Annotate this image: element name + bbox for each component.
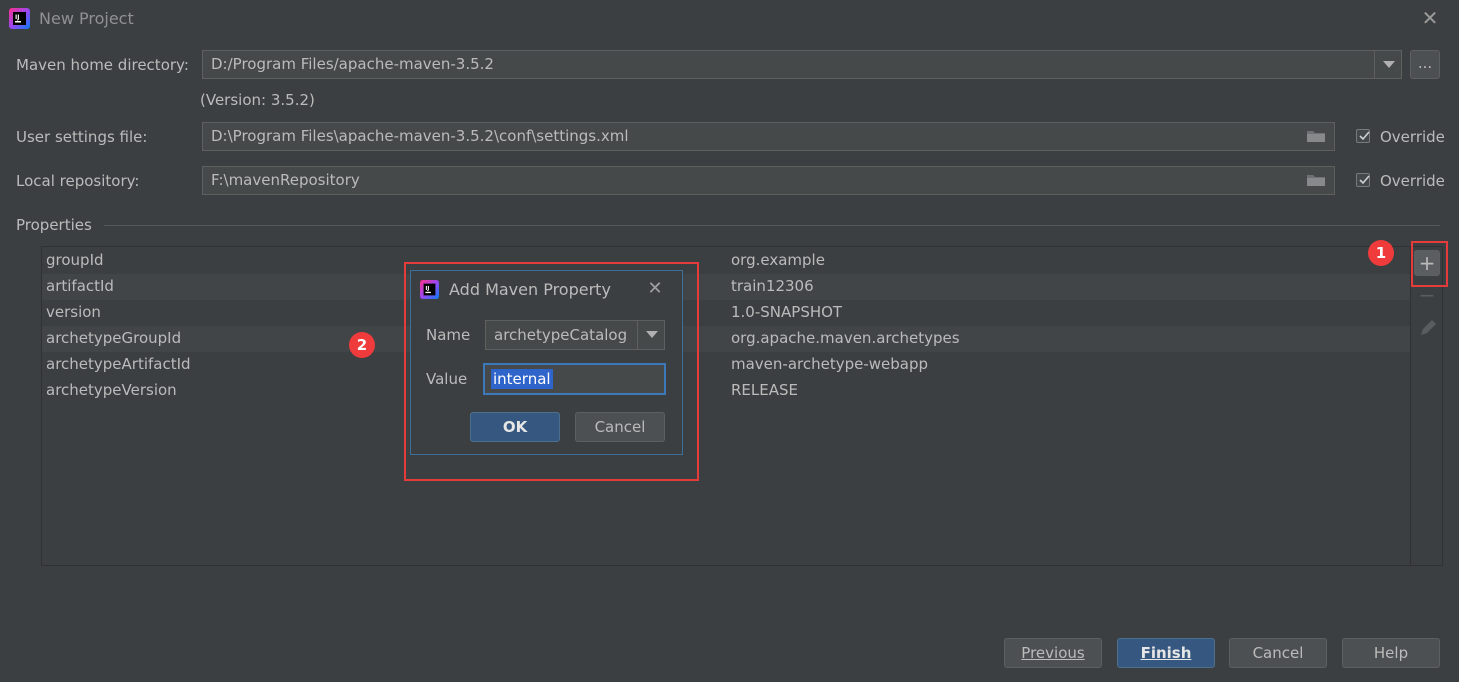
maven-home-value: D:/Program Files/apache-maven-3.5.2 — [211, 55, 494, 73]
maven-home-combo[interactable]: D:/Program Files/apache-maven-3.5.2 — [202, 50, 1402, 79]
maven-home-dropdown-button[interactable] — [1374, 51, 1401, 78]
maven-home-browse-button[interactable]: ... — [1410, 50, 1440, 79]
window-title: New Project — [39, 9, 134, 28]
folder-icon[interactable] — [1306, 129, 1326, 143]
property-key: archetypeArtifactId — [46, 355, 191, 373]
window-close-icon[interactable]: ✕ — [1420, 8, 1440, 28]
table-row[interactable]: archetypeGroupId org.apache.maven.archet… — [42, 326, 1411, 352]
local-repo-override-label: Override — [1380, 172, 1445, 190]
table-row[interactable]: archetypeVersion RELEASE — [42, 378, 1411, 404]
property-value: maven-archetype-webapp — [731, 355, 929, 373]
property-value: RELEASE — [731, 381, 798, 399]
local-repo-field[interactable]: F:\mavenRepository — [202, 166, 1335, 195]
properties-table[interactable]: groupId org.example artifactId train1230… — [41, 246, 1443, 566]
previous-button[interactable]: Previous — [1004, 638, 1102, 668]
dialog-close-icon[interactable]: ✕ — [645, 279, 665, 299]
table-row[interactable]: archetypeArtifactId maven-archetype-weba… — [42, 352, 1411, 378]
properties-title: Properties — [16, 216, 92, 234]
edit-pencil-icon[interactable] — [1418, 318, 1438, 338]
value-label: Value — [426, 370, 468, 388]
intellij-logo-icon: IJ — [9, 8, 30, 29]
table-row[interactable]: groupId org.example — [42, 248, 1411, 274]
local-repo-value: F:\mavenRepository — [211, 171, 360, 189]
name-dropdown-button[interactable] — [637, 321, 664, 349]
property-key: archetypeGroupId — [46, 329, 182, 347]
folder-icon[interactable] — [1306, 173, 1326, 187]
remove-property-button[interactable]: − — [1414, 284, 1440, 306]
help-button[interactable]: Help — [1342, 638, 1440, 668]
chevron-down-icon — [1383, 61, 1395, 68]
svg-text:IJ: IJ — [425, 286, 429, 292]
cancel-button[interactable]: Cancel — [1229, 638, 1327, 668]
property-value: org.apache.maven.archetypes — [731, 329, 960, 347]
user-settings-value: D:\Program Files\apache-maven-3.5.2\conf… — [211, 127, 629, 145]
table-row[interactable]: artifactId train12306 — [42, 274, 1411, 300]
finish-button[interactable]: Finish — [1117, 638, 1215, 668]
user-settings-override-checkbox[interactable] — [1356, 129, 1370, 143]
section-divider — [104, 225, 1440, 226]
name-label: Name — [426, 326, 471, 344]
property-key: groupId — [46, 251, 104, 269]
chevron-down-icon — [646, 331, 658, 338]
property-key: artifactId — [46, 277, 114, 295]
property-value: org.example — [731, 251, 825, 269]
name-value: archetypeCatalog — [494, 326, 628, 344]
value-input[interactable]: internal — [483, 363, 666, 395]
table-row[interactable]: version 1.0-SNAPSHOT — [42, 300, 1411, 326]
dialog-cancel-button[interactable]: Cancel — [575, 412, 665, 442]
dialog-title: Add Maven Property — [449, 280, 611, 299]
property-key: archetypeVersion — [46, 381, 177, 399]
value-selected-text: internal — [491, 369, 553, 389]
highlight-box-add — [1411, 241, 1448, 287]
property-value: train12306 — [731, 277, 814, 295]
name-combo[interactable]: archetypeCatalog — [485, 320, 665, 350]
user-settings-override-label: Override — [1380, 128, 1445, 146]
user-settings-label: User settings file: — [16, 128, 148, 146]
annotation-badge-1: 1 — [1368, 240, 1394, 266]
add-maven-property-dialog: IJ Add Maven Property ✕ Name archetypeCa… — [410, 270, 683, 455]
property-key: version — [46, 303, 101, 321]
local-repo-label: Local repository: — [16, 172, 140, 190]
maven-version-text: (Version: 3.5.2) — [200, 91, 315, 109]
local-repo-override-checkbox[interactable] — [1356, 173, 1370, 187]
annotation-badge-2: 2 — [349, 332, 375, 358]
ok-button[interactable]: OK — [470, 412, 560, 442]
user-settings-field[interactable]: D:\Program Files\apache-maven-3.5.2\conf… — [202, 122, 1335, 151]
property-value: 1.0-SNAPSHOT — [731, 303, 843, 321]
maven-home-label: Maven home directory: — [16, 56, 189, 74]
intellij-logo-icon: IJ — [420, 280, 439, 299]
svg-text:IJ: IJ — [15, 14, 19, 21]
